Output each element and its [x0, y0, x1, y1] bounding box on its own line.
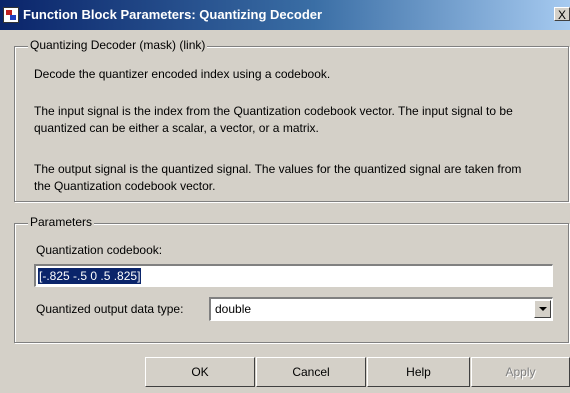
- ok-button[interactable]: OK: [145, 357, 255, 387]
- output-type-select[interactable]: double: [209, 297, 553, 321]
- title-bar: Function Block Parameters: Quantizing De…: [0, 0, 570, 30]
- codebook-input[interactable]: [-.825 -.5 0 .5 .825]: [34, 264, 553, 287]
- help-button[interactable]: Help: [367, 357, 470, 387]
- close-button[interactable]: X: [554, 7, 570, 22]
- parameters-group-label: Parameters: [28, 215, 95, 229]
- codebook-value: [-.825 -.5 0 .5 .825]: [38, 268, 142, 284]
- codebook-label: Quantization codebook:: [36, 243, 163, 257]
- output-type-value: double: [215, 302, 252, 316]
- cancel-button[interactable]: Cancel: [256, 357, 366, 387]
- output-type-label: Quantized output data type:: [36, 302, 184, 316]
- simulink-icon: [3, 7, 19, 23]
- mask-group-label: Quantizing Decoder (mask) (link): [28, 38, 208, 52]
- window-title: Function Block Parameters: Quantizing De…: [23, 7, 323, 22]
- chevron-down-icon[interactable]: [534, 300, 551, 318]
- apply-button[interactable]: Apply: [471, 357, 570, 387]
- description-paragraph-2: The input signal is the index from the Q…: [34, 104, 513, 135]
- description-paragraph-3: The output signal is the quantized signa…: [34, 162, 522, 193]
- description-line-1: Decode the quantizer encoded index using…: [34, 67, 331, 81]
